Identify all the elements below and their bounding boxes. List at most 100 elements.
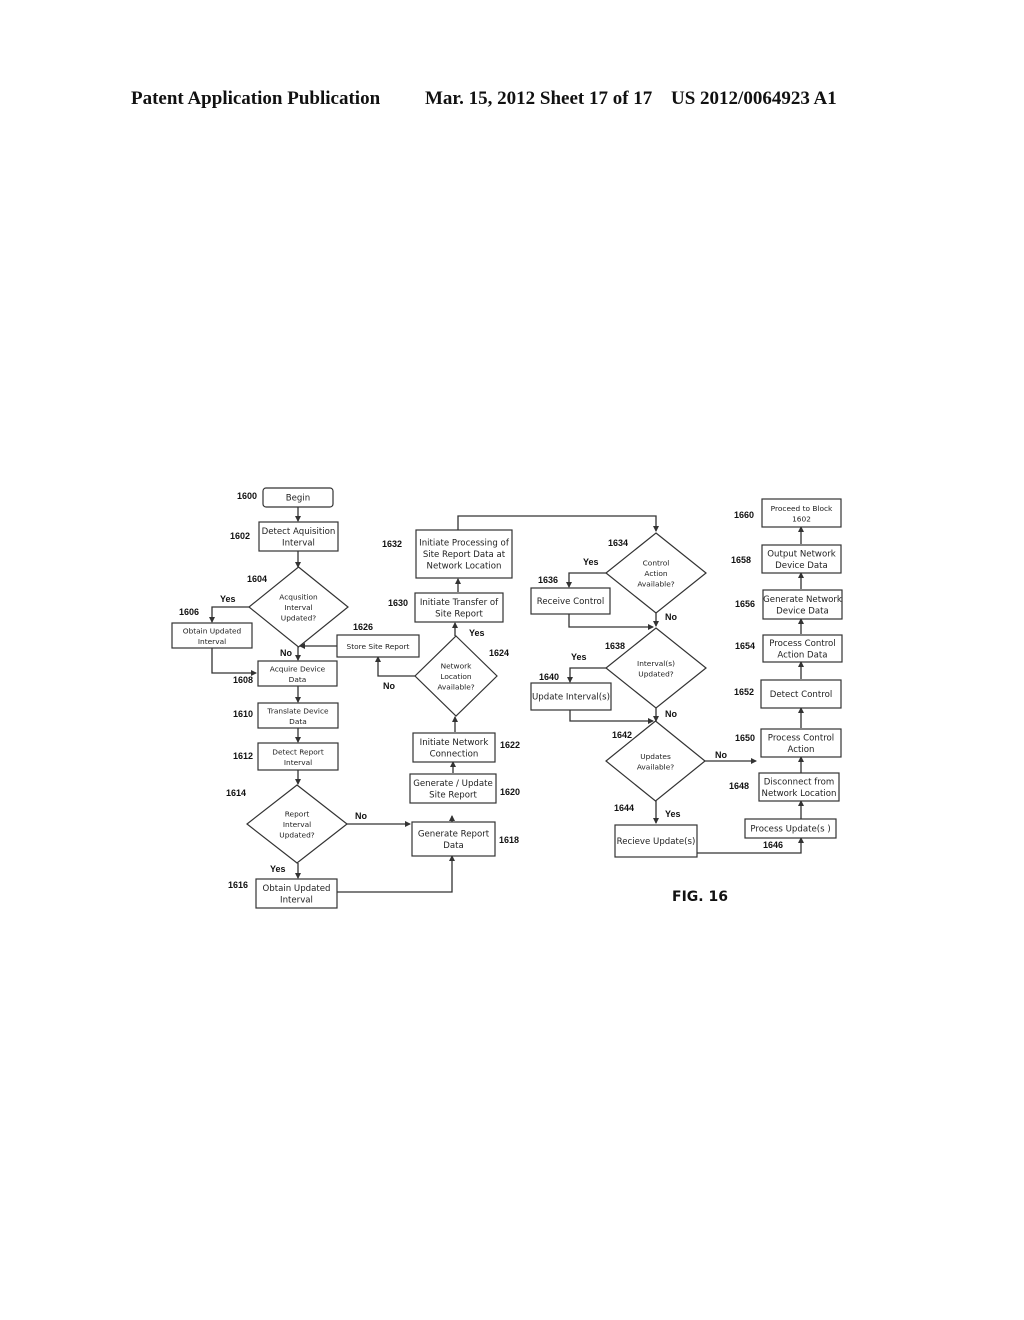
node-text-line: Available? — [437, 683, 474, 692]
reference-number: 1616 — [228, 880, 248, 890]
node-text-line: Acquire Device — [270, 664, 326, 673]
node-text-line: Interval — [280, 895, 313, 905]
node-1636: Receive Control 1636 — [530, 575, 611, 615]
edge-1634-1636-yes — [566, 572, 606, 588]
node-1610: Translate Device Data 1610 — [233, 702, 339, 729]
node-text-line: Recieve Update(s) — [617, 837, 696, 847]
reference-number: 1652 — [734, 687, 754, 697]
node-1632: Initiate Processing ofSite Report Data a… — [382, 529, 513, 579]
label-1624-yes: Yes — [469, 628, 485, 638]
label-1638-yes: Yes — [571, 652, 587, 662]
node-text-line: Network Location — [762, 789, 837, 799]
node-text-line: Device Data — [775, 561, 828, 571]
node-text-line: Proceed to Block — [771, 504, 833, 513]
edge-1606-1608 — [211, 648, 257, 676]
node-text-line: Device Data — [776, 606, 829, 616]
edge-1638-1640-yes — [567, 667, 606, 683]
label-1624-no: No — [383, 681, 395, 691]
node-text-line: Initiate Transfer of — [420, 598, 499, 608]
node-text-line: Receive Control — [537, 597, 604, 607]
node-text-line: Updated? — [638, 669, 673, 678]
node-1622: Initiate NetworkConnection 1622 — [412, 732, 520, 763]
label-1642-yes: Yes — [665, 809, 681, 819]
node-text-line: Generate / Update — [413, 779, 493, 789]
node-text-line: Data — [443, 841, 464, 851]
node-1612: Detect Report Interval 1612 — [233, 742, 339, 771]
node-text-line: Available? — [637, 762, 674, 771]
label-1604-yes: Yes — [220, 594, 236, 604]
reference-number: 1660 — [734, 510, 754, 520]
node-text-line: Interval — [198, 637, 226, 646]
reference-number: 1600 — [237, 491, 257, 501]
edge-1604-1606-yes — [209, 606, 249, 623]
reference-number: 1618 — [499, 835, 519, 845]
node-text-line: Site Report — [435, 609, 483, 619]
reference-number: 1636 — [538, 575, 558, 585]
node-text-line: Interval — [284, 603, 312, 612]
node-text-line: Data — [289, 675, 307, 684]
node-1600: Begin 1600 — [237, 487, 334, 508]
node-text-line: Updated? — [279, 831, 314, 840]
label-1614-yes: Yes — [270, 864, 286, 874]
reference-number: 1614 — [226, 788, 246, 798]
reference-number: 1650 — [735, 733, 755, 743]
node-1630: Initiate Transfer ofSite Report 1630 — [388, 592, 504, 623]
node-1652: Detect Control 1652 — [734, 679, 842, 709]
decision-diamond — [605, 627, 707, 709]
node-1614: ReportInterval Updated? 1614 — [226, 784, 348, 864]
node-text-line: Action Data — [777, 650, 827, 660]
node-1650: Process Control Action 1650 — [735, 728, 842, 758]
node-text-line: Site Report Data at — [423, 550, 506, 560]
reference-number: 1640 — [539, 672, 559, 682]
edge-1616-1618 — [337, 855, 455, 893]
reference-number: 1620 — [500, 787, 520, 797]
node-text-line: Detect Control — [770, 690, 832, 700]
node-1654: Process ControlAction Data 1654 — [735, 634, 843, 663]
label-1642-no: No — [715, 750, 727, 760]
node-1638: Interval(s)Updated? 1638 — [605, 627, 707, 709]
node-text-line: Interval — [283, 820, 311, 829]
node-1602: Detect AquisitionInterval 1602 — [230, 521, 339, 552]
reference-number: 1602 — [230, 531, 250, 541]
edge-1636-1638 — [568, 614, 654, 630]
node-text-line: Generate Network — [763, 595, 842, 605]
node-text-line: Available? — [637, 580, 674, 589]
reference-number: 1642 — [612, 730, 632, 740]
node-text-line: Obtain Updated — [263, 884, 331, 894]
node-1634: ControlAction Available? 1634 — [605, 532, 707, 614]
node-text-line: Detect Report — [272, 747, 324, 756]
node-1658: Output Network Device Data 1658 — [731, 544, 842, 574]
node-1646: Process Update(s ) 1646 — [744, 818, 837, 850]
node-1604: AcqusitionInterval Updated? 1604 — [247, 566, 349, 648]
node-text-line: Acqusition — [279, 593, 318, 602]
reference-number: 1632 — [382, 539, 402, 549]
node-text-line: Process Control — [769, 639, 835, 649]
reference-number: 1604 — [247, 574, 267, 584]
reference-number: 1638 — [605, 641, 625, 651]
node-text-line: Process Control — [768, 733, 834, 743]
reference-number: 1622 — [500, 740, 520, 750]
node-text-line: Updates — [640, 752, 671, 761]
node-text-line: Process Update(s ) — [750, 825, 830, 835]
reference-number: 1630 — [388, 598, 408, 608]
reference-number: 1610 — [233, 709, 253, 719]
node-text-line: Update Interval(s) — [532, 693, 610, 703]
node-1640: Update Interval(s) 1640 — [530, 672, 612, 711]
node-text-line: 1602 — [792, 514, 811, 523]
label-1634-yes: Yes — [583, 557, 599, 567]
edge-1644-1646 — [697, 837, 804, 854]
edge-1632-1634 — [457, 515, 659, 532]
node-1648: Disconnect from Network Location 1648 — [729, 772, 840, 802]
node-text-line: Disconnect from — [764, 777, 834, 787]
node-text-line: Network — [441, 662, 473, 671]
reference-number: 1606 — [179, 607, 199, 617]
flowchart-fig-16: Begin1600Detect AquisitionInterval1602Ac… — [171, 487, 843, 909]
reference-number: 1634 — [608, 538, 628, 548]
node-text-line: Initiate Network — [420, 738, 489, 748]
node-text-line: Interval — [282, 538, 315, 548]
figure-label: FIG. 16 — [672, 889, 728, 905]
reference-number: 1626 — [353, 622, 373, 632]
label-1638-no: No — [665, 709, 677, 719]
node-text-line: Updated? — [281, 614, 316, 623]
node-text-line: Report — [285, 810, 310, 819]
